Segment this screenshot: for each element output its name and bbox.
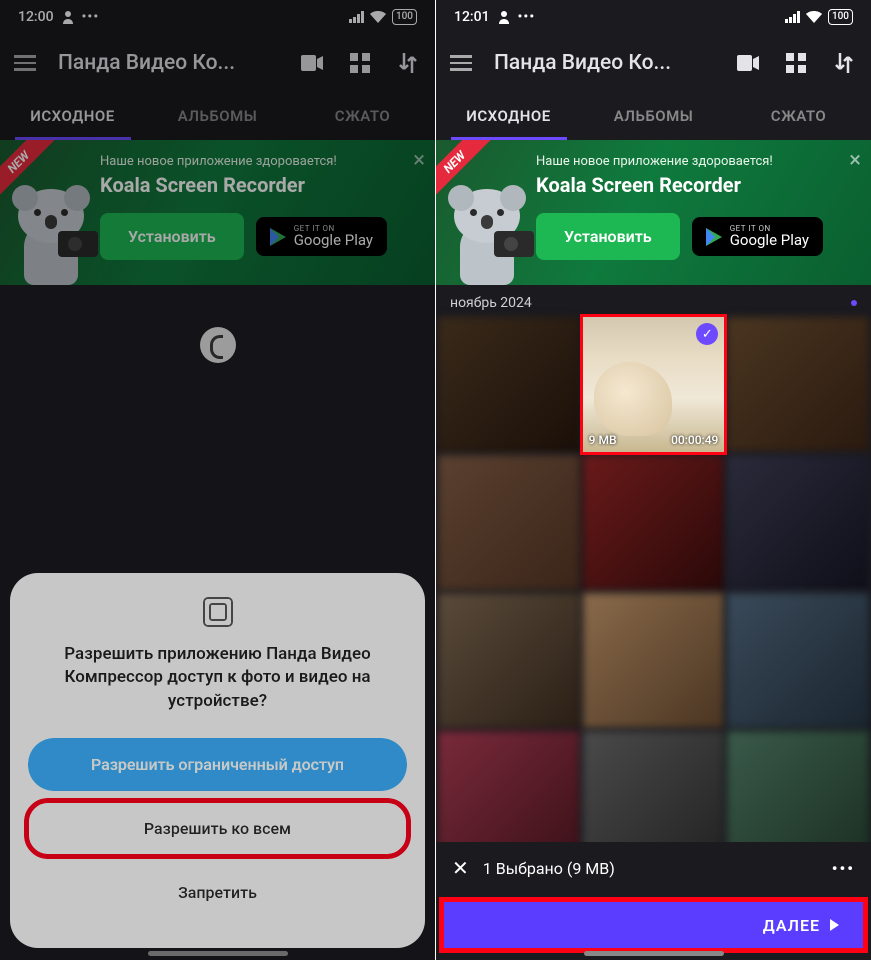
- tab-compressed[interactable]: СЖАТО: [726, 92, 871, 140]
- person-icon: [62, 10, 74, 24]
- install-button[interactable]: Установить: [100, 213, 244, 260]
- koala-mascot: [6, 175, 94, 285]
- spinner-icon: [200, 327, 236, 363]
- wifi-icon: [806, 11, 822, 23]
- app-title: Панда Видео Ко...: [58, 51, 277, 75]
- permission-message: Разрешить приложению Панда Видео Компрес…: [28, 643, 407, 714]
- section-header: ноябрь 2024: [436, 285, 871, 317]
- tabs: ИСХОДНОЕ АЛЬБОМЫ СЖАТО: [0, 92, 435, 140]
- grid-icon[interactable]: [347, 50, 373, 76]
- app-bar: Панда Видео Ко...: [0, 34, 435, 92]
- tabs: ИСХОДНОЕ АЛЬБОМЫ СЖАТО: [436, 92, 871, 140]
- video-thumb[interactable]: [583, 455, 725, 590]
- google-play-badge[interactable]: GET IT ONGoogle Play: [692, 217, 823, 256]
- next-button[interactable]: ДАЛЕЕ: [442, 900, 865, 950]
- deny-button[interactable]: Запретить: [28, 866, 407, 919]
- banner-subtitle: Наше новое приложение здоровается!: [536, 154, 857, 169]
- app-title: Панда Видео Ко...: [494, 51, 713, 75]
- status-bar: 12:00 ••• 100: [0, 0, 435, 34]
- banner-title: Koala Screen Recorder: [100, 173, 421, 197]
- signal-icon: [785, 11, 800, 23]
- allow-limited-button[interactable]: Разрешить ограниченный доступ: [28, 738, 407, 791]
- nav-pill: [584, 951, 724, 956]
- video-thumb-selected[interactable]: ✓ 9 MB 00:00:49: [583, 317, 725, 452]
- video-thumb[interactable]: [727, 317, 869, 452]
- nav-pill: [148, 951, 288, 956]
- more-icon[interactable]: •••: [832, 859, 855, 878]
- video-thumb[interactable]: [727, 593, 869, 728]
- tab-original[interactable]: ИСХОДНОЕ: [436, 92, 581, 140]
- banner-subtitle: Наше новое приложение здоровается!: [100, 154, 421, 169]
- battery-indicator: 100: [392, 9, 417, 25]
- banner-title: Koala Screen Recorder: [536, 173, 857, 197]
- gallery-icon: [28, 597, 407, 627]
- tab-original[interactable]: ИСХОДНОЕ: [0, 92, 145, 140]
- status-time: 12:00: [18, 9, 54, 25]
- more-icon: •••: [518, 9, 536, 25]
- selection-bar: ✕ 1 Выбрано (9 MB) •••: [436, 842, 871, 894]
- camera-icon[interactable]: [735, 50, 761, 76]
- section-date: ноябрь 2024: [450, 295, 532, 311]
- camera-icon[interactable]: [299, 50, 325, 76]
- koala-mascot: [442, 175, 530, 285]
- close-icon[interactable]: ×: [413, 148, 425, 173]
- video-thumb[interactable]: [583, 593, 725, 728]
- video-thumb[interactable]: [438, 593, 580, 728]
- sort-icon[interactable]: [831, 50, 857, 76]
- thumb-size: 9 MB: [589, 433, 617, 447]
- install-button[interactable]: Установить: [536, 213, 680, 260]
- app-bar: Панда Видео Ко...: [436, 34, 871, 92]
- tab-albums[interactable]: АЛЬБОМЫ: [145, 92, 290, 140]
- video-thumb[interactable]: [438, 317, 580, 452]
- play-icon: [270, 228, 286, 246]
- google-play-badge[interactable]: GET IT ONGoogle Play: [256, 217, 387, 256]
- permission-dialog: Разрешить приложению Панда Видео Компрес…: [10, 573, 425, 948]
- play-icon: [706, 228, 722, 246]
- status-bar: 12:01 ••• 100: [436, 0, 871, 34]
- screenshot-right: 12:01 ••• 100 Панда Видео Ко... ИСХОДНОЕ…: [436, 0, 871, 960]
- grid-icon[interactable]: [783, 50, 809, 76]
- menu-icon[interactable]: [14, 55, 36, 71]
- tab-compressed[interactable]: СЖАТО: [290, 92, 435, 140]
- arrow-right-icon: [830, 919, 839, 931]
- loading-area: [0, 285, 435, 405]
- indicator-dot: [851, 300, 857, 306]
- close-icon[interactable]: ×: [849, 148, 861, 173]
- tab-albums[interactable]: АЛЬБОМЫ: [581, 92, 726, 140]
- screenshot-left: 12:00 ••• 100 Панда Видео Ко... ИСХОДНОЕ…: [0, 0, 435, 960]
- wifi-icon: [370, 11, 386, 23]
- status-time: 12:01: [454, 9, 490, 25]
- sort-icon[interactable]: [395, 50, 421, 76]
- video-gallery: ✓ 9 MB 00:00:49: [436, 317, 871, 866]
- promo-banner[interactable]: NEW × Наше новое приложение здоровается!…: [0, 140, 435, 285]
- close-icon[interactable]: ✕: [452, 856, 469, 880]
- allow-all-button[interactable]: Разрешить ко всем: [28, 802, 407, 855]
- thumb-duration: 00:00:49: [671, 433, 718, 447]
- selection-count: 1 Выбрано (9 MB): [483, 859, 615, 878]
- menu-icon[interactable]: [450, 55, 472, 71]
- video-thumb[interactable]: [727, 455, 869, 590]
- battery-indicator: 100: [828, 9, 853, 25]
- promo-banner[interactable]: NEW × Наше новое приложение здоровается!…: [436, 140, 871, 285]
- video-thumb[interactable]: [438, 455, 580, 590]
- signal-icon: [349, 11, 364, 23]
- person-icon: [498, 10, 510, 24]
- more-icon: •••: [82, 9, 100, 25]
